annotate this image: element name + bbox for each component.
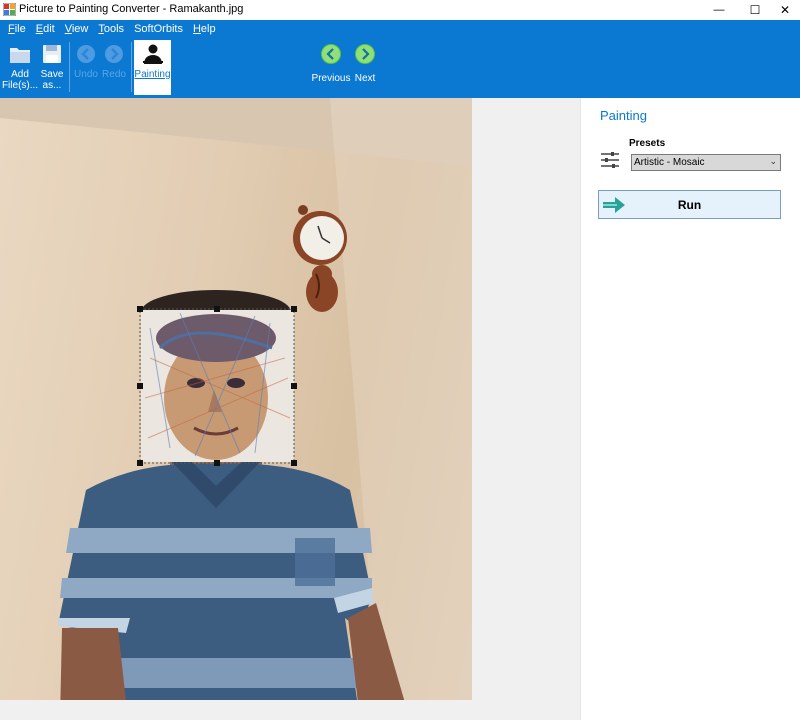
person-bust-icon xyxy=(142,44,163,64)
redo-button[interactable]: Redo xyxy=(100,40,128,95)
painted-face-region xyxy=(141,310,294,462)
run-label: Run xyxy=(677,197,702,212)
circle-chevron-left-icon xyxy=(321,44,341,64)
previous-label: Previous xyxy=(311,73,351,84)
sliders-icon xyxy=(601,152,619,168)
menu-file-label: ile xyxy=(14,23,26,35)
canvas-empty-area xyxy=(472,98,580,700)
menu-softorbits[interactable]: SoftOrbits xyxy=(129,20,188,38)
settings-panel: Painting Presets Artistic - Mosaic ⌄ Run xyxy=(580,98,800,720)
preset-select-value: Artistic - Mosaic xyxy=(634,157,705,168)
run-button[interactable]: Run xyxy=(598,190,781,219)
right-arrow-icon xyxy=(603,197,625,213)
chevron-down-icon: ⌄ xyxy=(769,156,777,166)
menu-edit-mnemonic: E xyxy=(35,23,44,35)
canvas-bottom-strip xyxy=(0,700,580,720)
save-as-label: Save as... xyxy=(40,69,64,91)
close-button[interactable]: ✕ xyxy=(762,0,800,20)
menu-softorbits-label: SoftOrbits xyxy=(134,23,183,35)
folder-icon xyxy=(10,48,30,63)
wall-clock xyxy=(293,205,347,312)
floppy-disk-icon xyxy=(43,45,61,63)
next-label: Next xyxy=(354,73,376,84)
undo-button[interactable]: Undo xyxy=(72,40,100,95)
previous-button[interactable]: Previous xyxy=(312,40,350,95)
window-title: Picture to Painting Converter - Ramakant… xyxy=(19,3,244,15)
toolbar: Add File(s)... Save as... Undo Redo Pain… xyxy=(0,40,800,96)
menu-file-mnemonic: F xyxy=(8,23,15,35)
menu-view[interactable]: View xyxy=(60,20,94,38)
redo-arrow-icon xyxy=(105,45,123,63)
close-icon: ✕ xyxy=(779,3,791,17)
app-icon xyxy=(3,3,16,16)
toolbar-separator xyxy=(69,42,70,92)
menu-edit-label: dit xyxy=(43,23,55,35)
title-bar: Picture to Painting Converter - Ramakant… xyxy=(0,0,800,20)
image-canvas[interactable] xyxy=(0,98,472,720)
menu-view-mnemonic: V xyxy=(64,23,72,35)
menu-tools[interactable]: Tools xyxy=(93,20,129,38)
menu-file[interactable]: File xyxy=(0,20,31,38)
undo-arrow-icon xyxy=(77,45,95,63)
next-button[interactable]: Next xyxy=(350,40,380,95)
toolbar-separator xyxy=(131,42,132,92)
menu-tools-label: ools xyxy=(103,23,125,35)
add-files-button[interactable]: Add File(s)... xyxy=(2,40,38,95)
menu-view-label: iew xyxy=(71,23,89,35)
maximize-icon: ☐ xyxy=(749,3,761,17)
menu-help[interactable]: Help xyxy=(188,20,221,38)
save-as-button[interactable]: Save as... xyxy=(38,40,66,95)
add-files-label: Add File(s)... xyxy=(1,69,39,91)
photo xyxy=(0,98,472,720)
panel-title: Painting xyxy=(600,108,647,123)
circle-chevron-right-icon xyxy=(355,44,375,64)
redo-label: Redo xyxy=(102,69,126,80)
menu-help-label: elp xyxy=(200,23,216,35)
painting-tab[interactable]: Painting xyxy=(134,40,171,95)
menu-edit[interactable]: Edit xyxy=(31,20,60,38)
menu-bar: File Edit View Tools SoftOrbits Help xyxy=(0,20,221,38)
undo-label: Undo xyxy=(74,69,98,80)
painting-label: Painting xyxy=(134,69,171,80)
preset-select[interactable]: Artistic - Mosaic ⌄ xyxy=(631,154,781,171)
menu-help-mnemonic: H xyxy=(192,23,201,35)
presets-label: Presets xyxy=(629,138,666,149)
ribbon: File Edit View Tools SoftOrbits Help Add… xyxy=(0,20,800,98)
minimize-icon: — xyxy=(713,4,725,16)
